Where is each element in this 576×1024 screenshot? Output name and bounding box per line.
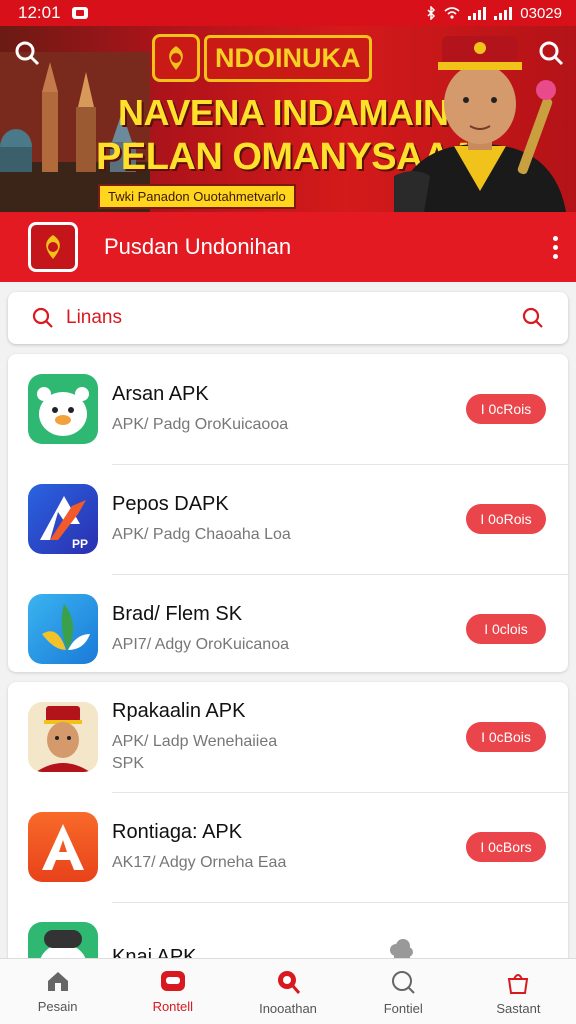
banner-emblem-icon — [152, 34, 200, 82]
letter-a-icon — [28, 812, 98, 882]
search-input[interactable]: Linans — [66, 307, 522, 329]
nav-item-home[interactable]: Pesain — [0, 959, 115, 1024]
map-pin-icon — [278, 971, 301, 994]
more-options-icon[interactable] — [553, 235, 558, 259]
download-button[interactable]: I 0cBois — [466, 722, 546, 752]
app-subtitle: APK/ Padg Chaoaha Loa — [112, 525, 291, 543]
app-list-card-2: Rpakaalin APK APK/ Ladp Wenehaiiea SPK I… — [8, 682, 568, 972]
search-submit-icon[interactable] — [522, 307, 544, 329]
search-icon — [392, 971, 415, 994]
list-item[interactable]: Brad/ Flem SK API7/ Adgy OroKuicanoa I 0… — [8, 574, 568, 672]
nav-item-card[interactable]: Rontell — [115, 959, 230, 1024]
notification-icon — [71, 7, 88, 19]
nav-item-search[interactable]: Fontiel — [346, 959, 461, 1024]
download-button[interactable]: I 0cBors — [466, 832, 546, 862]
signal-icon-2 — [494, 6, 513, 20]
bear-icon — [28, 374, 98, 444]
arrow-logo-icon: PP — [28, 484, 98, 554]
banner-brand: NDOINUKA — [204, 34, 372, 82]
app-subtitle: API7/ Adgy OroKuicanoa — [112, 635, 289, 653]
nav-label: Fontiel — [383, 1001, 423, 1016]
app-subtitle: APK/ Ladp Wenehaiiea SPK — [112, 732, 278, 772]
banner-brand-row: NDOINUKA — [152, 34, 372, 82]
banner-tagline: Twki Panadon Ouotahmetvarlo — [98, 184, 296, 209]
status-right-text: 03029 — [520, 4, 562, 22]
search-icon — [539, 41, 564, 66]
nav-item-bag[interactable]: Sastant — [461, 959, 576, 1024]
list-item[interactable]: PP Pepos DAPK APK/ Padg Chaoaha Loa I 0o… — [8, 464, 568, 574]
cloud-icon — [390, 939, 413, 959]
app-list-card-1: Arsan APK APK/ Padg OroKuicaooa I 0cRois… — [8, 354, 568, 672]
search-icon — [15, 41, 40, 66]
banner-search-button[interactable] — [14, 40, 40, 71]
wifi-icon — [444, 7, 460, 19]
app-bar-title: Pusdan Undonihan — [104, 234, 292, 259]
download-button[interactable]: I 0oRois — [466, 504, 546, 534]
download-button[interactable]: I 0clois — [466, 614, 546, 644]
home-icon — [47, 972, 68, 991]
signal-icon — [468, 6, 487, 20]
search-icon — [32, 307, 53, 328]
card-icon — [160, 971, 185, 991]
bag-icon — [508, 974, 529, 994]
app-subtitle: APK/ Padg OroKuicaooa — [112, 415, 289, 433]
promo-banner[interactable]: NDOINUKA NAVENA INDAMAIN PELAN OMANYSAAA… — [0, 26, 576, 212]
svg-text:PP: PP — [72, 537, 88, 551]
bluetooth-icon — [427, 6, 436, 20]
bottom-navigation: Pesain Rontell Inooathan Fontiel Sastant — [0, 958, 576, 1024]
list-item[interactable]: Rpakaalin APK APK/ Ladp Wenehaiiea SPK I… — [8, 682, 568, 792]
leaf-logo-icon — [28, 594, 98, 664]
search-bar[interactable]: Linans — [8, 292, 568, 344]
app-subtitle: AK17/ Adgy Orneha Eaa — [112, 853, 287, 871]
status-time: 12:01 — [18, 3, 61, 22]
list-item[interactable]: Rontiaga: APK AK17/ Adgy Orneha Eaa I 0c… — [8, 792, 568, 902]
nav-item-location[interactable]: Inooathan — [230, 959, 345, 1024]
nav-label: Sastant — [496, 1001, 541, 1016]
nav-label: Inooathan — [259, 1001, 317, 1016]
app-name: Rpakaalin APK — [112, 699, 246, 722]
app-bar: Pusdan Undonihan — [0, 212, 576, 282]
download-button[interactable]: I 0cRois — [466, 394, 546, 424]
nav-label: Rontell — [152, 999, 194, 1014]
status-bar: 12:01 03029 — [0, 0, 576, 26]
app-logo-icon[interactable] — [28, 222, 78, 272]
person-avatar-icon — [28, 702, 98, 772]
nav-label: Pesain — [37, 999, 78, 1014]
list-item[interactable]: Arsan APK APK/ Padg OroKuicaooa I 0cRois — [8, 354, 568, 464]
banner-search-button-right[interactable] — [538, 40, 564, 71]
